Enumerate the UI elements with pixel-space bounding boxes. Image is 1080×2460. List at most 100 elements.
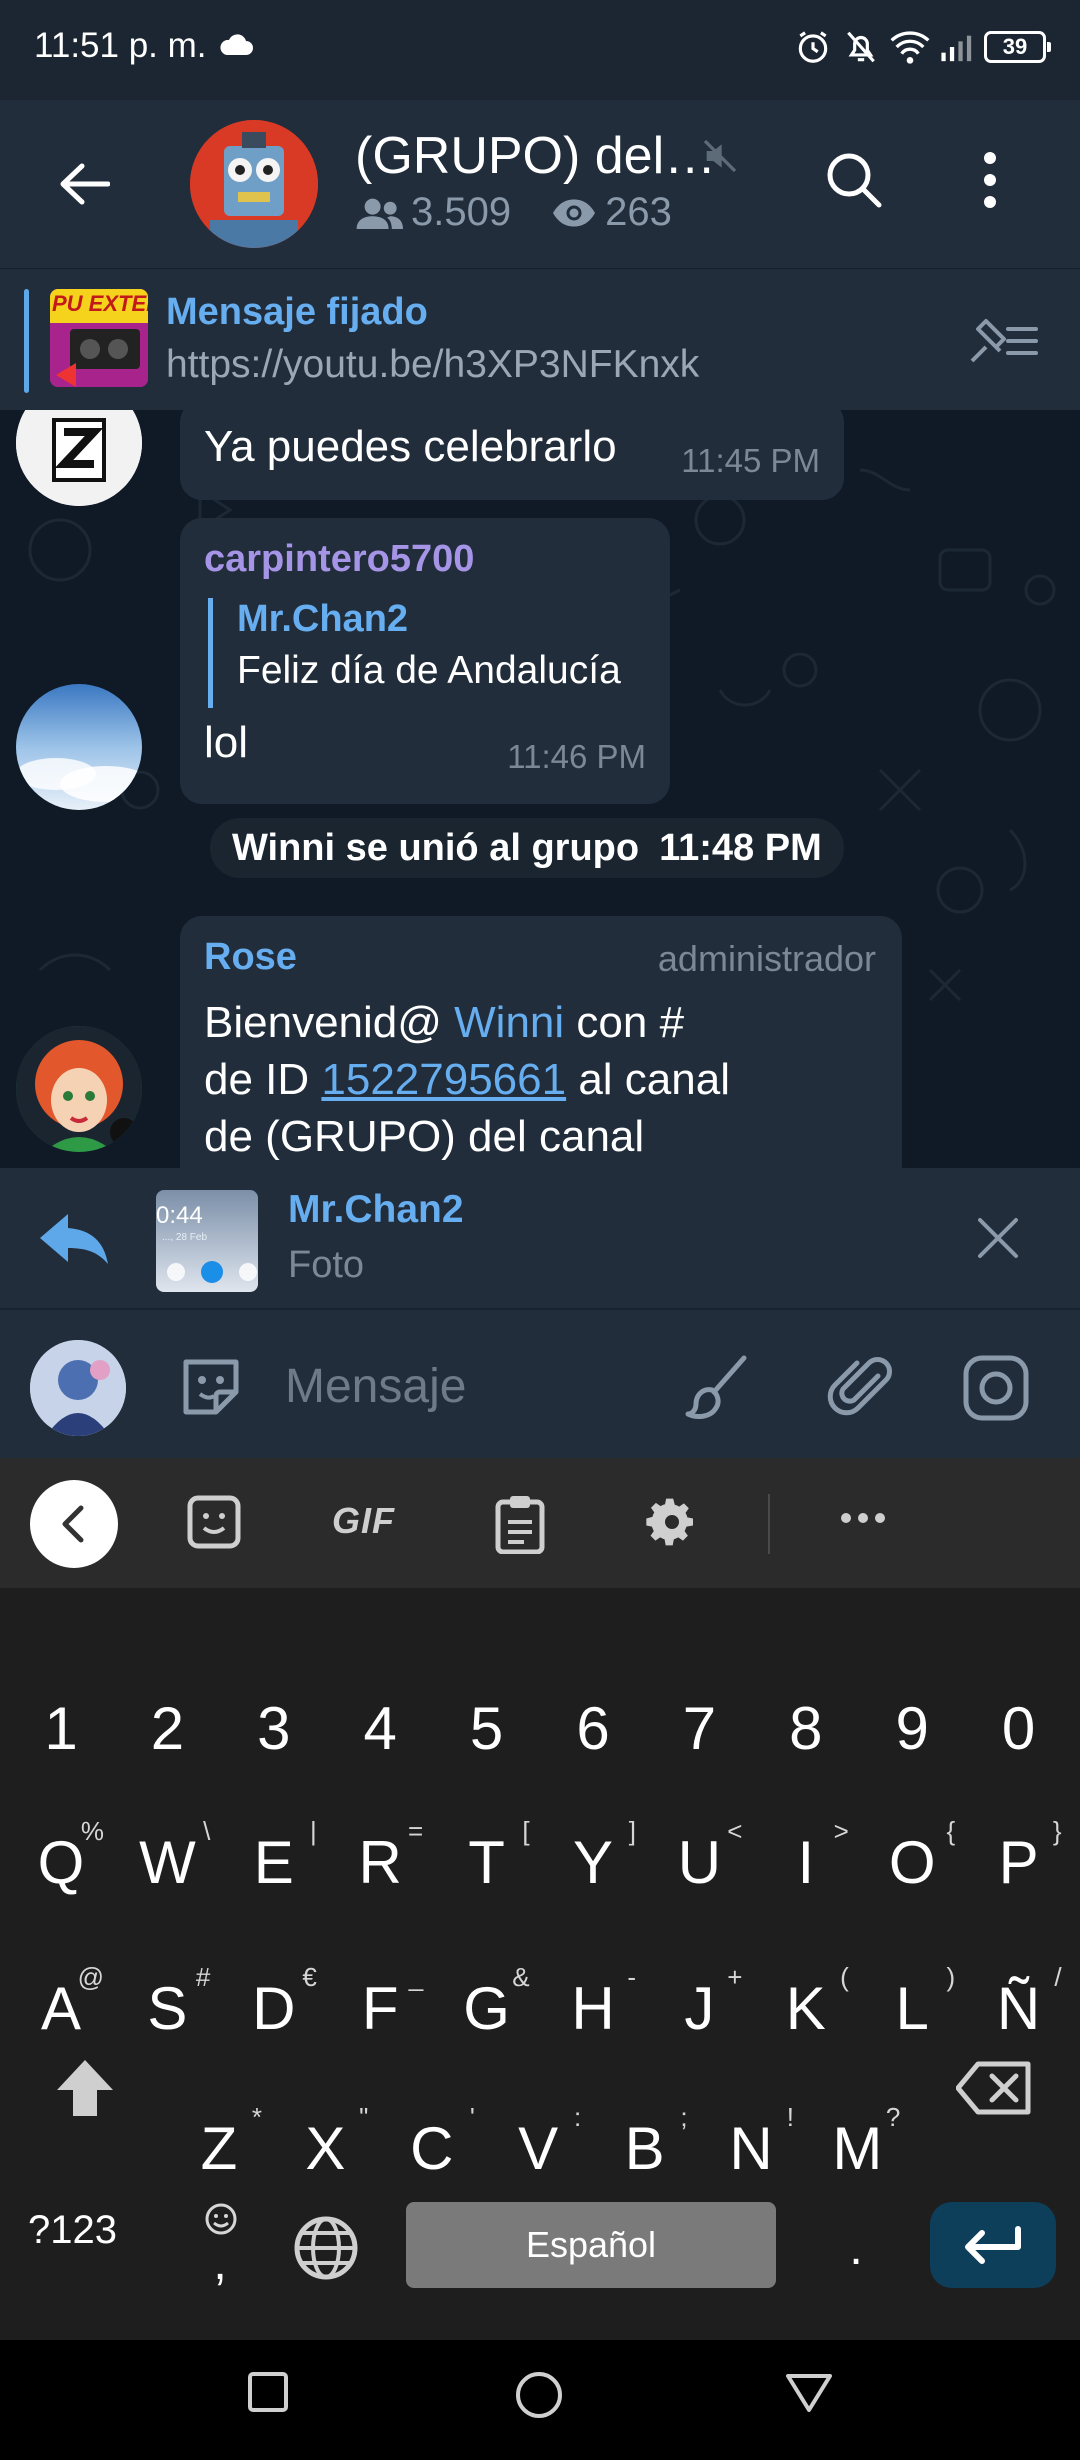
keyboard-collapse-button[interactable]	[30, 1480, 118, 1568]
clipboard-icon	[495, 1496, 545, 1555]
key-p[interactable]: P}	[966, 1802, 1072, 1922]
key-hint: _	[408, 1962, 424, 1992]
number-key-6[interactable]: 6	[540, 1668, 646, 1788]
back-nav-button[interactable]	[784, 2370, 834, 2419]
wifi-icon	[890, 31, 930, 64]
key-i[interactable]: I >	[753, 1802, 859, 1922]
sender-avatar[interactable]	[16, 1026, 142, 1152]
members-count: 3.509	[411, 190, 512, 234]
key-label: B	[624, 2114, 665, 2182]
message-time: 11:45 PM	[681, 442, 820, 479]
reply-quote[interactable]: Mr.Chan2 Feliz día de Andalucía	[208, 598, 621, 708]
search-button[interactable]	[824, 150, 904, 230]
sender-avatar[interactable]	[16, 684, 142, 810]
key-v[interactable]: V:	[485, 2088, 591, 2208]
group-stats: 3.509 263	[355, 190, 712, 235]
key-f[interactable]: F _	[327, 1948, 433, 2068]
key-y[interactable]: Y]	[540, 1802, 646, 1922]
key-label: 6	[576, 1694, 610, 1762]
user-id-link[interactable]: 1522795661	[321, 1055, 566, 1104]
enter-arrow-icon	[965, 2226, 1021, 2264]
key-j[interactable]: J +	[646, 1948, 752, 2068]
more-options-button[interactable]	[980, 150, 1040, 230]
number-key-1[interactable]: 1	[8, 1668, 114, 1788]
key-h[interactable]: H-	[540, 1948, 646, 2068]
key-hint: &	[512, 1962, 530, 1992]
keyboard-settings-button[interactable]	[644, 1494, 700, 1555]
pinned-message-bar[interactable]: PU EXTER Mensaje fijado https://youtu.be…	[0, 268, 1080, 410]
number-key-8[interactable]: 8	[753, 1668, 859, 1788]
key-label: R	[358, 1828, 402, 1896]
home-button[interactable]	[514, 2370, 564, 2425]
chat-area[interactable]: Ya puedes celebrarlo 11:45 PM carpintero…	[0, 410, 1080, 1168]
close-reply-button[interactable]	[974, 1214, 1022, 1267]
status-time: 11:51 p. m.	[34, 26, 207, 65]
keyboard: 1234567890 Q% W \ E | R = T[Y] U < I > O{P} A @ S # D € F _…	[0, 1588, 1080, 2340]
key-u[interactable]: U <	[646, 1802, 752, 1922]
period-key[interactable]: .	[806, 2188, 906, 2308]
language-key[interactable]	[276, 2188, 376, 2308]
message-input[interactable]	[285, 1350, 645, 1422]
space-key[interactable]: Español	[406, 2202, 776, 2288]
key-t[interactable]: T[	[434, 1802, 540, 1922]
back-button[interactable]	[44, 144, 124, 224]
key-hint: %	[80, 1816, 104, 1846]
key-g[interactable]: G &	[434, 1948, 540, 2068]
group-title[interactable]: (GRUPO) del…	[355, 126, 716, 186]
keyboard-clipboard-button[interactable]	[494, 1494, 546, 1559]
pinned-indicator	[24, 289, 29, 393]
keyboard-gif-button[interactable]: GIF	[332, 1500, 395, 1542]
pinned-thumbnail-text: PU EXTER	[52, 291, 148, 316]
enter-key[interactable]	[930, 2202, 1056, 2288]
key-k[interactable]: K(	[753, 1948, 859, 2068]
key-c[interactable]: C '	[379, 2088, 485, 2208]
symbols-key[interactable]: ?123	[28, 2208, 117, 2253]
key-hint: <	[727, 1816, 743, 1846]
message-bubble[interactable]: Rose administrador Bienvenid@ Winni con …	[180, 916, 902, 1168]
key-r[interactable]: R =	[327, 1802, 433, 1922]
backspace-icon	[956, 2061, 1031, 2115]
shift-key[interactable]	[30, 2028, 140, 2148]
recents-button[interactable]	[246, 2370, 290, 2419]
number-key-4[interactable]: 4	[327, 1668, 433, 1788]
key-label: N	[729, 2114, 773, 2182]
pinned-title: Mensaje fijado	[166, 291, 428, 333]
number-key-2[interactable]: 2	[114, 1668, 220, 1788]
key-b[interactable]: B;	[592, 2088, 698, 2208]
key-label: J	[684, 1974, 715, 2042]
gear-icon	[646, 1498, 693, 1546]
number-key-5[interactable]: 5	[434, 1668, 540, 1788]
pinned-list-button[interactable]	[962, 311, 1040, 372]
key-label: Z	[200, 2114, 238, 2182]
chat-header: (GRUPO) del… 3.509 263	[0, 100, 1080, 268]
text-fragment: Bienvenid@	[204, 998, 455, 1047]
camera-button[interactable]	[962, 1354, 1030, 1427]
key-n[interactable]: N!	[698, 2088, 804, 2208]
key-o[interactable]: O{	[859, 1802, 965, 1922]
key-hint: {	[946, 1816, 956, 1846]
avatar-image	[30, 1340, 126, 1436]
group-avatar[interactable]	[190, 120, 318, 248]
draw-button[interactable]	[684, 1352, 754, 1427]
bell-off-icon	[847, 31, 875, 63]
keyboard-sticker-button[interactable]	[186, 1494, 242, 1555]
number-key-3[interactable]: 3	[221, 1668, 327, 1788]
key-d[interactable]: D €	[221, 1948, 327, 2068]
key-q[interactable]: Q%	[8, 1802, 114, 1922]
message-bubble[interactable]: Ya puedes celebrarlo 11:45 PM	[180, 410, 844, 500]
number-key-7[interactable]: 7	[646, 1668, 752, 1788]
key-e[interactable]: E |	[221, 1802, 327, 1922]
keyboard-more-button[interactable]	[838, 1510, 888, 1531]
key-label: S	[147, 1974, 188, 2042]
number-key-0[interactable]: 0	[966, 1668, 1072, 1788]
mention-link[interactable]: Winni	[454, 998, 564, 1047]
key-w[interactable]: W \	[114, 1802, 220, 1922]
attach-button[interactable]	[826, 1352, 896, 1427]
number-key-9[interactable]: 9	[859, 1668, 965, 1788]
send-as-avatar[interactable]	[30, 1340, 126, 1436]
backspace-key[interactable]	[936, 2028, 1052, 2148]
admin-role: administrador	[657, 938, 876, 979]
comma-key[interactable]: ,	[170, 2188, 270, 2308]
message-bubble[interactable]: carpintero5700 Mr.Chan2 Feliz día de And…	[180, 518, 670, 804]
sticker-emoji-button[interactable]	[176, 1352, 246, 1427]
